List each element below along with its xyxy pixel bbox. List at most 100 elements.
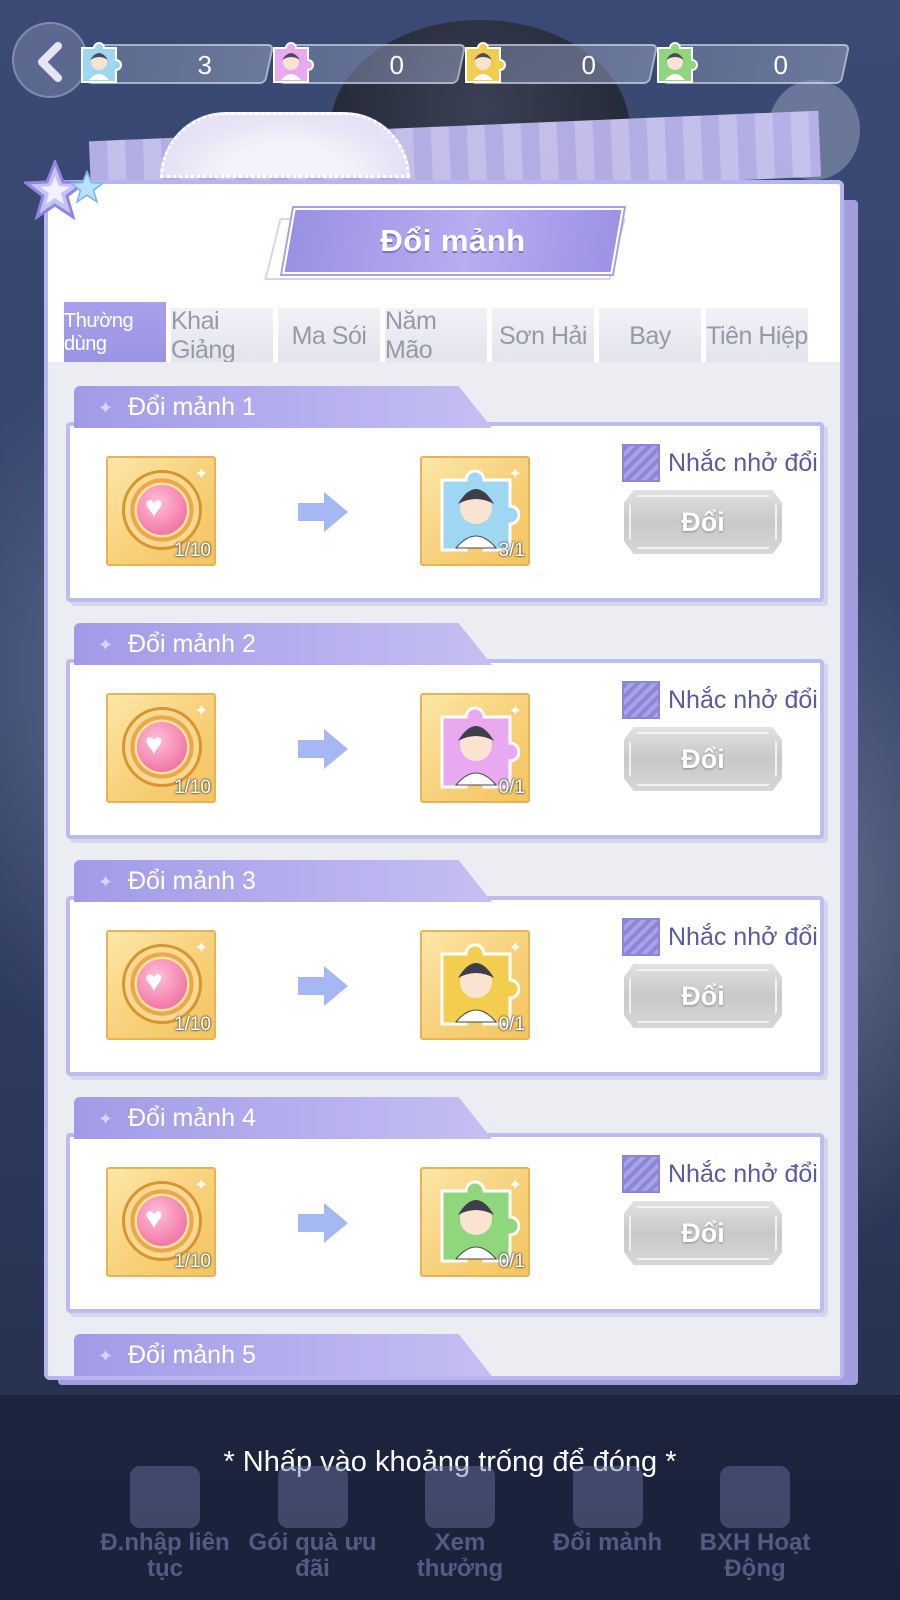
exchange-panel: Đổi mảnh Thường dùng Khai Giảng Ma Sói Năm … [44, 180, 844, 1380]
remind-label: Nhắc nhở đổi [668, 1160, 818, 1188]
sparkle-icon: ✦ [98, 635, 114, 655]
remind-checkbox[interactable] [622, 1155, 660, 1193]
tab-label: Ma Sói [291, 321, 367, 350]
category-tabs: Thường dùng Khai Giảng Ma Sói Năm Mão Sơn Hả… [64, 302, 840, 364]
tab-năm-mão[interactable]: Năm Mão [385, 307, 487, 364]
cost-slot[interactable]: ♥ ✦ 1/10 [106, 693, 216, 803]
heart-coin-icon: ♥ [122, 470, 202, 550]
bottom-nav-item[interactable]: Đ.nhập liên tục [100, 1466, 230, 1582]
bottom-nav: Đ.nhập liên tục Gói quà ưu đãi Xem thưởng Đ… [100, 1466, 820, 1582]
heart-coin-icon: ♥ [122, 1181, 202, 1261]
sparkle-icon: ✦ [508, 466, 522, 483]
back-arrow-icon [38, 42, 62, 82]
cost-slot[interactable]: ♥ ✦ 1/10 [106, 930, 216, 1040]
tab-label: Năm Mão [385, 307, 437, 364]
exchange-item: ✦ Đổi mảnh 5 [66, 1334, 826, 1376]
resource-value: 3 [197, 50, 213, 80]
cost-count: 1/10 [174, 1014, 211, 1035]
remind-checkbox[interactable] [622, 918, 660, 956]
item-header: ✦ Đổi mảnh 1 [74, 386, 492, 428]
heart-coin-icon: ♥ [122, 944, 202, 1024]
resource-value: 0 [581, 50, 597, 80]
nav-item-icon [572, 1466, 643, 1528]
tab-khai-giảng[interactable]: Khai Giảng [171, 307, 273, 364]
item-card: ♥ ✦ 1/10 ✦ 3/1 Nhắc nhở đổi Đổi [66, 422, 824, 602]
small-star-icon [70, 170, 104, 204]
reward-count: 0/1 [498, 777, 525, 798]
lace-decoration [160, 112, 410, 178]
cost-count: 1/10 [174, 540, 211, 561]
exchange-item: ♥ ✦ 1/10 ✦ 0/1 Nhắc nhở đổi Đổi ✦ Đổi mảnh 2 [66, 623, 826, 841]
tab-label: Bay [629, 321, 671, 350]
exchange-button[interactable]: Đổi [624, 727, 782, 791]
item-header: ✦ Đổi mảnh 3 [74, 860, 492, 902]
character-2-puzzle-icon [273, 42, 314, 83]
nav-item-label: Đ.nhập liên tục [100, 1529, 230, 1582]
character-3-puzzle-icon [465, 42, 506, 83]
item-title: Đổi mảnh 2 [128, 630, 256, 658]
exchange-button-label: Đổi [681, 980, 725, 1011]
reward-slot[interactable]: ✦ 0/1 [420, 930, 530, 1040]
item-card: ♥ ✦ 1/10 ✦ 0/1 Nhắc nhở đổi Đổi [66, 1133, 824, 1313]
tab-bay[interactable]: Bay [599, 308, 701, 364]
cost-slot[interactable]: ♥ ✦ 1/10 [106, 456, 216, 566]
item-title: Đổi mảnh 4 [128, 1104, 256, 1132]
remind-checkbox[interactable] [622, 681, 660, 719]
remind-checkbox[interactable] [622, 444, 660, 482]
exchange-button-label: Đổi [681, 743, 725, 774]
nav-item-icon [277, 1466, 348, 1528]
arrow-right-icon [298, 966, 348, 1006]
nav-item-icon [720, 1466, 790, 1528]
exchange-button[interactable]: Đổi [624, 1201, 782, 1265]
exchange-button[interactable]: Đổi [624, 490, 782, 554]
reward-slot[interactable]: ✦ 3/1 [420, 456, 530, 566]
reward-slot[interactable]: ✦ 0/1 [420, 1167, 530, 1277]
exchange-button-label: Đổi [681, 1217, 725, 1248]
bottom-nav-item[interactable]: BXH Hoạt Động [690, 1466, 820, 1582]
exchange-button-label: Đổi [681, 506, 725, 537]
nav-item-icon [130, 1466, 200, 1528]
sparkle-icon: ✦ [98, 872, 114, 892]
remind-label: Nhắc nhở đổi [668, 923, 818, 951]
tab-label: Tiên Hiệp [706, 321, 808, 350]
tab-sơn-hải[interactable]: Sơn Hải [492, 308, 594, 364]
item-header: ✦ Đổi mảnh 4 [74, 1097, 492, 1139]
sparkle-icon: ✦ [194, 466, 208, 483]
nav-item-icon [425, 1466, 495, 1528]
panel-title: Đổi mảnh [380, 223, 526, 258]
tab-thường-dùng[interactable]: Thường dùng [64, 302, 166, 364]
reward-count: 3/1 [498, 540, 525, 561]
tab-label: Thường dùng [64, 310, 134, 355]
character-4-puzzle-icon [657, 42, 698, 83]
item-card: ♥ ✦ 1/10 ✦ 0/1 Nhắc nhở đổi Đổi [66, 896, 824, 1076]
arrow-right-icon [298, 729, 348, 769]
exchange-item: ♥ ✦ 1/10 ✦ 3/1 Nhắc nhở đổi Đổi ✦ Đổi mảnh 1 [66, 386, 826, 604]
item-header: ✦ Đổi mảnh 5 [74, 1334, 492, 1376]
bottom-nav-item[interactable]: Gói quà ưu đãi [248, 1466, 378, 1582]
exchange-item: ♥ ✦ 1/10 ✦ 0/1 Nhắc nhở đổi Đổi ✦ Đổi mảnh 3 [66, 860, 826, 1078]
tab-label: Khai Giảng [171, 307, 236, 364]
nav-item-label: Xem thưởng [416, 1529, 504, 1582]
resource-value: 0 [773, 50, 789, 80]
item-title: Đổi mảnh 1 [128, 393, 256, 421]
cost-slot[interactable]: ♥ ✦ 1/10 [106, 1167, 216, 1277]
item-title: Đổi mảnh 5 [128, 1341, 256, 1369]
item-title: Đổi mảnh 3 [128, 867, 256, 895]
sparkle-icon: ✦ [194, 1177, 208, 1194]
remind-label: Nhắc nhở đổi [668, 686, 818, 714]
sparkle-icon: ✦ [508, 703, 522, 720]
bottom-nav-item[interactable]: Xem thưởng [395, 1466, 525, 1582]
exchange-list[interactable]: ♥ ✦ 1/10 ✦ 3/1 Nhắc nhở đổi Đổi ✦ Đổi mảnh 1 ♥ ✦ 1/… [48, 362, 840, 1376]
tab-tiên-hiệp[interactable]: Tiên Hiệp [706, 308, 808, 364]
reward-slot[interactable]: ✦ 0/1 [420, 693, 530, 803]
reward-count: 0/1 [498, 1014, 525, 1035]
tab-ma-sói[interactable]: Ma Sói [278, 308, 380, 364]
sparkle-icon: ✦ [98, 1109, 114, 1129]
arrow-right-icon [298, 1203, 348, 1243]
sparkle-icon: ✦ [98, 1346, 114, 1366]
reward-count: 0/1 [498, 1251, 525, 1272]
sparkle-icon: ✦ [194, 703, 208, 720]
bottom-nav-item[interactable]: Đổi mảnh [543, 1466, 673, 1576]
exchange-button[interactable]: Đổi [624, 964, 782, 1028]
sparkle-icon: ✦ [194, 940, 208, 957]
